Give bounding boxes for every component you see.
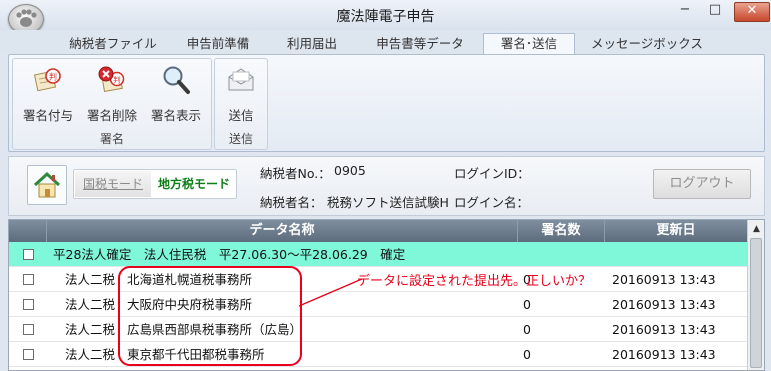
scroll-up-arrow-icon[interactable]: ▲ [748,222,764,236]
send-label: 送信 [228,108,254,123]
send-button[interactable]: 送信 [210,63,272,125]
header-updated-date[interactable]: 更新日 [605,220,747,242]
row-updated: 20160913 13:43 [612,297,716,312]
tab-sign-send[interactable]: 署名･送信 [483,33,575,55]
row-tax-type: 法人二税 [65,297,116,312]
grid-header: データ名称 署名数 更新日 [9,220,747,242]
row-tax-type: 法人二税 [65,272,116,287]
header-checkbox-column [9,220,47,242]
ribbon-panel: 判 署名付与 判 署名削除 署名表示 署名 送信 送信 [8,54,765,152]
sign-view-label: 署名表示 [150,108,201,123]
taxpayer-info-panel: 国税モード 地方税モード 納税者No.： 0905 納税者名： 税務ソフト送信試… [8,156,765,216]
sign-delete-label: 署名削除 [86,108,137,123]
row-signature-count: 0 [523,347,531,362]
ribbon-tab-bar: 納税者ファイル 申告前準備 利用届出 申告書等データ 署名･送信 メッセージボッ… [0,30,771,55]
tab-taxpayer-file[interactable]: 納税者ファイル [58,34,168,54]
close-button[interactable]: ✕ [734,2,770,22]
row-tax-type: 法人二税 [65,322,116,337]
sign-delete-button[interactable]: 判 署名削除 [81,63,143,125]
row-checkbox[interactable] [23,324,34,335]
header-data-name[interactable]: データ名称 [47,220,518,242]
logout-button[interactable]: ログアウト [653,169,751,199]
home-icon[interactable] [27,165,67,205]
taxpayer-name-label: 納税者名： [260,195,323,210]
taxpayer-no-value: 0905 [334,163,366,178]
minimize-button[interactable]: − [672,2,698,20]
tab-pre-filing[interactable]: 申告前準備 [172,34,264,54]
taxpayer-no-label: 納税者No.： [260,166,331,181]
ribbon-group-sign: 判 署名付与 判 署名削除 署名表示 署名 [12,58,212,150]
row-signature-count: 0 [523,297,531,312]
scrollbar-thumb[interactable] [750,238,762,368]
envelope-icon [226,65,256,95]
sign-view-button[interactable]: 署名表示 [145,63,207,125]
svg-text:判: 判 [113,75,121,85]
row-checkbox[interactable] [23,274,34,285]
row-checkbox[interactable] [23,249,34,260]
sign-delete-icon: 判 [97,65,127,95]
login-name-label: ログイン名： [454,195,530,210]
annotation-pointer-line [298,278,363,307]
restore-button[interactable]: □ [702,2,728,20]
tab-usage-notification[interactable]: 利用届出 [272,34,352,54]
row-tax-type: 法人二税 [65,347,116,362]
window-title: 魔法陣電子申告 [336,9,435,25]
tax-mode-toggle: 国税モード 地方税モード [73,169,237,199]
annotation-highlight-box [118,266,302,366]
row-checkbox[interactable] [23,299,34,310]
ribbon-group-send: 送信 送信 [214,58,268,150]
tab-return-data[interactable]: 申告書等データ [362,34,478,54]
row-updated: 20160913 13:43 [612,322,716,337]
group-row-title: 平28法人確定 法人住民税 平27.06.30〜平28.06.29 確定 [53,247,406,262]
svg-text:判: 判 [49,72,57,82]
row-signature-count: 0 [523,322,531,337]
sign-add-icon: 判 [33,65,63,95]
national-tax-mode-button[interactable]: 国税モード [75,171,151,197]
vertical-scrollbar[interactable]: ▲ [747,220,764,370]
local-tax-mode-button[interactable]: 地方税モード [153,171,235,197]
row-checkbox[interactable] [23,349,34,360]
sign-add-button[interactable]: 判 署名付与 [17,63,79,125]
ribbon-group-sign-label: 署名 [99,132,124,146]
ribbon-group-send-label: 送信 [228,132,253,146]
tab-message-box[interactable]: メッセージボックス [584,34,710,54]
sign-add-label: 署名付与 [22,108,73,123]
table-row[interactable]: 平28法人確定 法人住民税 平27.06.30〜平28.06.29 確定 [9,242,747,267]
annotation-text: データに設定された提出先。正しいか？ [357,274,592,289]
taxpayer-name-value: 税務ソフト送信試験H [327,195,449,210]
header-signature-count[interactable]: 署名数 [518,220,605,242]
row-updated: 20160913 13:43 [612,272,716,287]
row-updated: 20160913 13:43 [612,347,716,362]
login-id-label: ログインID： [454,166,530,181]
magnifier-icon [161,65,191,95]
